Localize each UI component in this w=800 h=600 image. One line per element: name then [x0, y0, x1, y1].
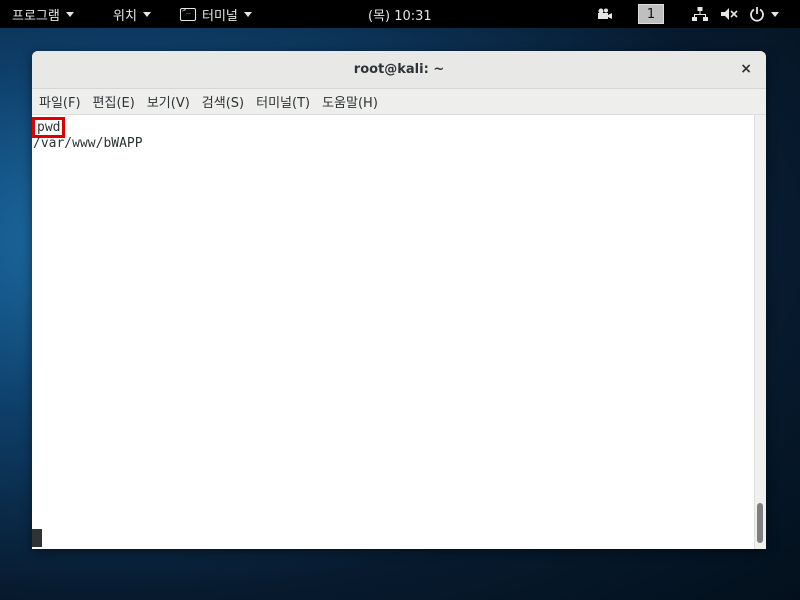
clock[interactable]: (목) 10:31 — [368, 0, 432, 28]
terminal-icon — [180, 6, 196, 21]
menubar: 파일(F) 편집(E) 보기(V) 검색(S) 터미널(T) 도움말(H) — [32, 89, 766, 115]
workspace-number: 1 — [638, 4, 664, 24]
menu-view[interactable]: 보기(V) — [147, 92, 190, 111]
terminal-output[interactable]: pwd /var/www/bWAPP — [32, 115, 754, 549]
workspace-indicator[interactable]: 1 — [638, 0, 664, 28]
places-menu[interactable]: 위치 — [113, 0, 151, 28]
menu-search[interactable]: 검색(S) — [202, 92, 244, 111]
video-camera-icon — [598, 8, 612, 19]
scrollbar-thumb[interactable] — [757, 503, 763, 543]
chevron-down-icon — [771, 11, 779, 17]
menu-help[interactable]: 도움말(H) — [322, 92, 378, 111]
places-menu-label: 위치 — [113, 8, 137, 24]
chevron-down-icon — [243, 11, 252, 17]
close-icon[interactable]: × — [740, 61, 752, 77]
terminal-app-menu[interactable]: 터미널 — [180, 0, 252, 28]
text-cursor — [32, 529, 42, 547]
power-icon — [750, 7, 764, 22]
menu-file[interactable]: 파일(F) — [39, 92, 81, 111]
programs-menu-label: 프로그램 — [12, 8, 60, 24]
menu-terminal[interactable]: 터미널(T) — [256, 92, 310, 111]
power-menu[interactable] — [749, 0, 779, 28]
top-panel: 프로그램 위치 터미널 (목) 10:31 1 — [0, 0, 800, 28]
window-titlebar[interactable]: root@kali: ~ × — [32, 51, 766, 89]
terminal-app-label: 터미널 — [202, 8, 238, 24]
network-icon[interactable] — [692, 0, 708, 28]
network-wired-icon — [692, 7, 708, 21]
terminal-line-command: pwd — [32, 117, 754, 138]
programs-menu[interactable]: 프로그램 — [12, 0, 74, 28]
terminal-line-output: /var/www/bWAPP — [33, 136, 143, 151]
scrollbar[interactable] — [754, 115, 766, 549]
volume-icon[interactable] — [720, 0, 738, 28]
terminal-window[interactable]: root@kali: ~ × 파일(F) 편집(E) 보기(V) 검색(S) 터… — [32, 51, 766, 549]
chevron-down-icon — [142, 11, 151, 17]
chevron-down-icon — [65, 11, 74, 17]
window-title: root@kali: ~ — [353, 62, 445, 77]
camera-icon[interactable] — [596, 0, 614, 28]
clock-label: (목) 10:31 — [368, 8, 432, 24]
speaker-muted-icon — [721, 8, 738, 20]
menu-edit[interactable]: 편집(E) — [93, 92, 135, 111]
